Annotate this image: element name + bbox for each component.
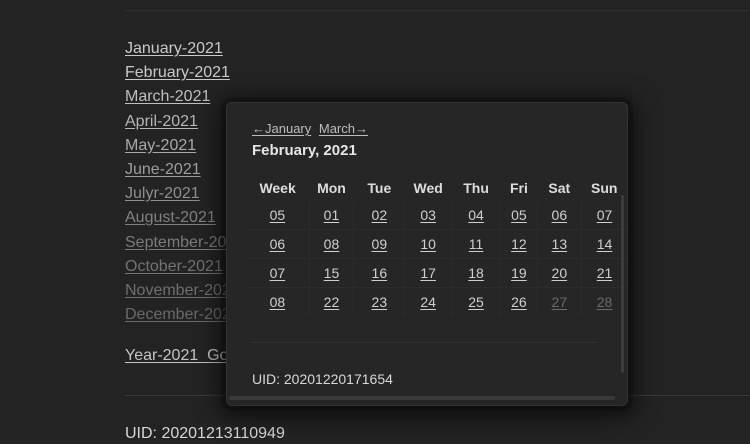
month-link[interactable]: June-2021: [125, 161, 201, 178]
month-link[interactable]: February-2021: [125, 64, 230, 81]
month-list-item: January-2021: [125, 38, 244, 62]
horizontal-scrollbar[interactable]: [229, 396, 615, 400]
day-link[interactable]: 13: [552, 236, 568, 252]
day-cell: 02: [353, 201, 406, 230]
month-link[interactable]: August-2021: [125, 209, 216, 226]
day-link[interactable]: 19: [511, 265, 527, 281]
day-link[interactable]: 01: [324, 207, 340, 223]
day-cell: 01: [309, 201, 355, 230]
day-cell: 16: [353, 258, 406, 288]
day-cell: 19: [500, 258, 538, 288]
day-link[interactable]: 03: [420, 207, 436, 223]
month-link[interactable]: April-2021: [125, 113, 198, 130]
week-number-link[interactable]: 06: [270, 236, 286, 252]
month-link[interactable]: Julyr-2021: [125, 185, 200, 202]
day-link[interactable]: 20: [552, 265, 568, 281]
calendar-body: 05 01 02 03 04 05 06 07 06 08 09 10 11 12 13 14 07 15 16 17…: [246, 201, 627, 316]
day-link[interactable]: 24: [420, 294, 436, 310]
day-cell: 04: [451, 201, 502, 230]
day-link[interactable]: 26: [511, 294, 527, 310]
vertical-scrollbar[interactable]: [621, 195, 624, 373]
month-link[interactable]: January-2021: [125, 40, 223, 57]
day-cell: 24: [404, 287, 452, 316]
day-cell: 13: [537, 229, 582, 259]
next-month-link[interactable]: March→: [319, 121, 368, 136]
day-link[interactable]: 15: [324, 265, 340, 281]
calendar-table: Week Mon Tue Wed Thu Fri Sat Sun 05 01 02 0…: [246, 175, 627, 316]
header-thu: Thu: [463, 180, 489, 196]
header-mon: Mon: [317, 180, 346, 196]
header-week: Week: [259, 180, 296, 196]
header-wed: Wed: [413, 180, 443, 196]
day-link[interactable]: 04: [468, 207, 484, 223]
calendar-popover: ←January March→ February, 2021 Week Mon …: [226, 102, 628, 406]
day-link[interactable]: 25: [468, 294, 484, 310]
day-cell: 06: [537, 201, 582, 230]
header-tue: Tue: [367, 180, 392, 196]
day-link[interactable]: 10: [420, 236, 436, 252]
month-link[interactable]: March-2021: [125, 88, 210, 105]
day-link[interactable]: 02: [372, 207, 388, 223]
day-cell: 18: [451, 258, 502, 288]
day-cell: 22: [309, 287, 355, 316]
month-link[interactable]: December-2021: [125, 306, 240, 323]
day-cell: 10: [404, 229, 452, 259]
day-cell: 09: [353, 229, 406, 259]
day-cell: 23: [353, 287, 406, 316]
calendar-week-row: 08 22 23 24 25 26 27 28: [246, 287, 627, 316]
day-link[interactable]: 23: [372, 294, 388, 310]
week-number-link[interactable]: 07: [270, 265, 286, 281]
header-sat: Sat: [548, 180, 571, 196]
day-link[interactable]: 12: [511, 236, 527, 252]
day-link[interactable]: 05: [511, 207, 527, 223]
prev-month-link[interactable]: ←January: [252, 121, 311, 136]
calendar-title: February, 2021: [252, 142, 357, 159]
day-cell: 17: [404, 258, 452, 288]
popover-divider: [252, 342, 596, 343]
month-link[interactable]: November-2021: [125, 282, 240, 299]
calendar-week-row: 05 01 02 03 04 05 06 07: [246, 201, 627, 230]
day-link[interactable]: 08: [324, 236, 340, 252]
day-link[interactable]: 28: [597, 294, 613, 310]
day-link[interactable]: 22: [324, 294, 340, 310]
day-cell: 25: [451, 287, 502, 316]
week-number-link[interactable]: 08: [270, 294, 286, 310]
week-number-cell: 08: [246, 287, 310, 316]
day-link[interactable]: 09: [372, 236, 388, 252]
week-number-link[interactable]: 05: [270, 207, 286, 223]
week-number-cell: 05: [246, 201, 310, 230]
day-link[interactable]: 07: [597, 207, 613, 223]
month-link[interactable]: May-2021: [125, 137, 196, 154]
day-cell: 15: [309, 258, 355, 288]
day-cell: 26: [500, 287, 538, 316]
note-page: January-2021 February-2021 March-2021 April…: [0, 0, 750, 444]
month-list-item: February-2021: [125, 62, 244, 86]
page-uid: UID: 20201213110949: [125, 425, 285, 442]
month-navigation: ←January March→: [252, 121, 372, 136]
day-link[interactable]: 16: [372, 265, 388, 281]
calendar-week-row: 07 15 16 17 18 19 20 21: [246, 258, 627, 288]
day-link[interactable]: 06: [552, 207, 568, 223]
calendar-week-row: 06 08 09 10 11 12 13 14: [246, 229, 627, 259]
popover-uid: UID: 20201220171654: [252, 371, 393, 387]
day-link[interactable]: 17: [420, 265, 436, 281]
day-cell: 08: [309, 229, 355, 259]
day-link[interactable]: 21: [597, 265, 613, 281]
month-link[interactable]: October-2021: [125, 258, 223, 275]
header-fri: Fri: [509, 180, 528, 196]
day-cell: 11: [451, 229, 502, 259]
week-number-cell: 06: [246, 229, 310, 259]
day-link[interactable]: 14: [597, 236, 613, 252]
day-cell: 12: [500, 229, 538, 259]
top-divider: [125, 10, 750, 11]
day-cell: 27: [537, 287, 582, 316]
day-cell: 03: [404, 201, 452, 230]
day-cell: 20: [537, 258, 582, 288]
day-link[interactable]: 27: [552, 294, 568, 310]
week-number-cell: 07: [246, 258, 310, 288]
day-link[interactable]: 18: [468, 265, 484, 281]
day-link[interactable]: 11: [469, 236, 484, 252]
calendar-header-row: Week Mon Tue Wed Thu Fri Sat Sun: [246, 175, 627, 201]
day-cell: 05: [500, 201, 538, 230]
